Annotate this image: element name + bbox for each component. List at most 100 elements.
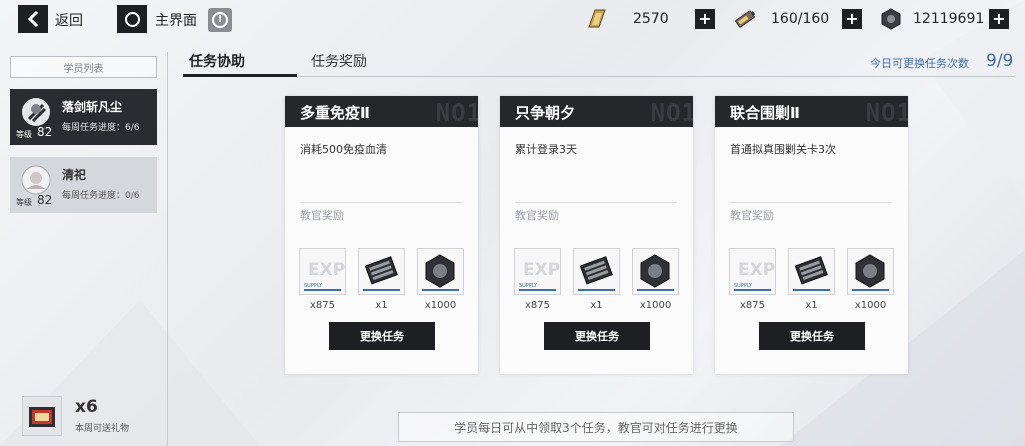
svg-text:SUPPLY: SUPPLY <box>519 283 538 289</box>
reward-quantity: x1 <box>805 300 818 311</box>
reward-quantity: x1000 <box>639 300 672 311</box>
gold-value: 2570 <box>633 11 669 27</box>
level-label: 等级 <box>16 130 32 139</box>
task-separator <box>300 202 462 203</box>
tab-task-assist[interactable]: 任务协助 <box>189 51 245 71</box>
task-title: 多重免疫Ⅱ <box>300 104 370 122</box>
swap-quota-value: 9/9 <box>986 51 1014 71</box>
home-icon <box>124 11 140 27</box>
reward-item[interactable] <box>788 248 835 295</box>
memory-chip-icon <box>789 249 834 294</box>
info-icon: ! <box>212 12 228 28</box>
gift-icon[interactable] <box>22 396 62 436</box>
add-stamina-button[interactable]: + <box>842 9 862 29</box>
home-button[interactable] <box>117 5 147 33</box>
level-label: 等级 <box>16 198 32 207</box>
gold-bar-icon <box>588 9 606 28</box>
stamina-battery-icon <box>735 10 756 28</box>
task-card: 联合围剿Ⅱ NO1 首通拟真围剿关卡3次 教官奖励 EXP SUPPLY x875 x1 x10… <box>715 96 908 374</box>
svg-text:EXP: EXP <box>308 260 345 280</box>
reward-item[interactable] <box>417 248 464 295</box>
student-list-title: 学员列表 <box>10 56 157 78</box>
task-card: 多重免疫Ⅱ NO1 消耗500免疫血清 教官奖励 EXP SUPPLY x875 x1 x100… <box>285 96 478 374</box>
rewards-label: 教官奖励 <box>300 209 344 222</box>
svg-text:SUPPLY: SUPPLY <box>304 283 323 289</box>
task-description: 消耗500免疫血清 <box>300 143 387 156</box>
rewards-label: 教官奖励 <box>730 209 774 222</box>
task-title: 只争朝夕 <box>515 104 576 122</box>
reward-quantity: x875 <box>739 300 765 311</box>
student-item-1[interactable]: 等级 82 落剑斩凡尘 每周任务进度：6/6 <box>10 89 157 145</box>
info-button[interactable]: ! <box>208 8 232 32</box>
avatar <box>22 98 50 126</box>
gift-box-icon <box>29 407 55 427</box>
top-bar: 返回 主界面 ! 2570 + 160/160 + 12119691 + <box>0 0 1025 38</box>
hex-nut-icon <box>881 8 901 30</box>
nut-value: 12119691 <box>913 11 985 27</box>
sidebar-divider <box>167 52 168 446</box>
reward-quantity: x1000 <box>424 300 457 311</box>
footer-note: 学员每日可从中领取3个任务，教官可对任务进行更换 <box>398 412 794 442</box>
add-gold-button[interactable]: + <box>695 9 715 29</box>
memory-chip-icon <box>574 249 619 294</box>
student-item-2[interactable]: 等级 82 清祀 每周任务进度：0/6 <box>10 157 157 213</box>
hex-nut-icon <box>418 249 463 294</box>
reward-item[interactable] <box>847 248 894 295</box>
swap-task-button[interactable]: 更换任务 <box>329 322 435 350</box>
svg-text:SUPPLY: SUPPLY <box>734 283 753 289</box>
back-button[interactable] <box>18 5 48 33</box>
reward-item[interactable] <box>632 248 679 295</box>
reward-quantity: x1 <box>590 300 603 311</box>
rewards-label: 教官奖励 <box>515 209 559 222</box>
reward-quantity: x875 <box>524 300 550 311</box>
student-name: 落剑斩凡尘 <box>62 100 123 114</box>
svg-text:EXP: EXP <box>738 260 775 280</box>
task-card-header: 联合围剿Ⅱ NO1 <box>715 96 908 127</box>
add-nut-button[interactable]: + <box>989 9 1009 29</box>
task-title: 联合围剿Ⅱ <box>730 104 800 122</box>
task-separator <box>515 202 677 203</box>
task-number: NO1 <box>865 99 908 127</box>
hex-nut-icon <box>848 249 893 294</box>
back-label[interactable]: 返回 <box>55 10 83 30</box>
reward-quantity: x875 <box>309 300 335 311</box>
gift-count: x6 <box>75 397 98 417</box>
task-description: 累计登录3天 <box>515 143 577 156</box>
active-tab-indicator <box>183 74 297 77</box>
tab-task-rewards[interactable]: 任务奖励 <box>311 51 367 71</box>
reward-item[interactable] <box>573 248 620 295</box>
avatar <box>21 165 51 195</box>
swap-task-button[interactable]: 更换任务 <box>544 322 650 350</box>
task-number: NO1 <box>650 99 693 127</box>
reward-item[interactable] <box>358 248 405 295</box>
student-level: 82 <box>37 125 53 139</box>
task-card-header: 多重免疫Ⅱ NO1 <box>285 96 478 127</box>
task-card: 只争朝夕 NO1 累计登录3天 教官奖励 EXP SUPPLY x875 x1 x1000 更换任… <box>500 96 693 374</box>
reward-item[interactable]: EXP SUPPLY <box>514 248 561 295</box>
reward-item[interactable]: EXP SUPPLY <box>299 248 346 295</box>
hex-nut-icon <box>633 249 678 294</box>
student-progress: 每周任务进度：6/6 <box>62 123 140 133</box>
memory-chip-icon <box>359 249 404 294</box>
home-label[interactable]: 主界面 <box>155 10 197 30</box>
student-level: 82 <box>37 193 53 207</box>
chevron-left-icon <box>27 10 39 28</box>
tab-divider <box>297 76 1015 77</box>
student-name: 清祀 <box>62 168 87 182</box>
exp-supply-icon: EXP SUPPLY <box>300 249 345 294</box>
stamina-value: 160/160 <box>771 11 830 27</box>
task-description: 首通拟真围剿关卡3次 <box>730 143 836 156</box>
task-separator <box>730 202 892 203</box>
exp-supply-icon: EXP SUPPLY <box>515 249 560 294</box>
exp-supply-icon: EXP SUPPLY <box>730 249 775 294</box>
swap-quota-label: 今日可更换任务次数 <box>870 57 969 70</box>
task-card-header: 只争朝夕 NO1 <box>500 96 693 127</box>
student-progress: 每周任务进度：0/6 <box>62 191 140 201</box>
task-number: NO1 <box>435 99 478 127</box>
reward-item[interactable]: EXP SUPPLY <box>729 248 776 295</box>
gift-label: 本周可送礼物 <box>75 424 130 434</box>
swap-task-button[interactable]: 更换任务 <box>759 322 865 350</box>
svg-text:EXP: EXP <box>523 260 560 280</box>
reward-quantity: x1 <box>375 300 388 311</box>
reward-quantity: x1000 <box>854 300 887 311</box>
